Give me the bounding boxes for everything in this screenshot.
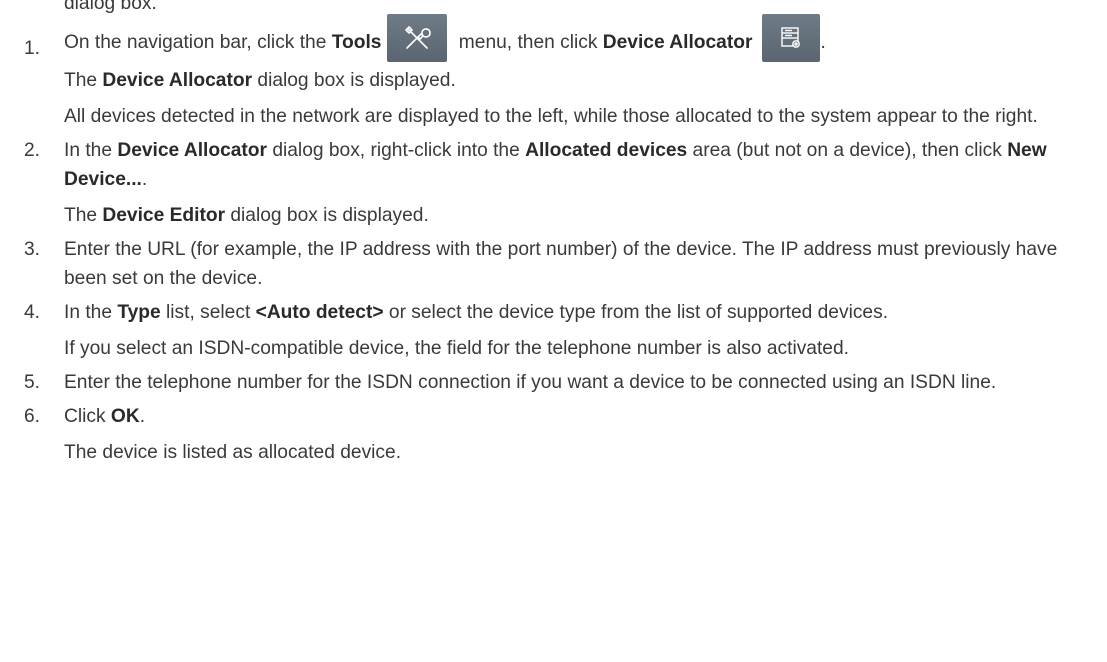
step-1-result: The Device Allocator dialog box is displ… — [64, 70, 456, 91]
tools-menu-label: Tools — [331, 32, 382, 53]
tools-icon — [387, 14, 448, 62]
step-4-action: In the Type list, select <Auto detect> o… — [64, 302, 889, 323]
device-allocator-menu-label: Device Allocator — [602, 32, 753, 53]
step-1-action: On the navigation bar, click the Tools m… — [64, 14, 1099, 68]
step-number: 5. — [23, 372, 40, 393]
step-5: 5. Enter the telephone number for the IS… — [0, 368, 1107, 397]
step-4-note: If you select an ISDN-compatible device,… — [64, 338, 849, 359]
step-6-action: Click OK. — [64, 406, 146, 427]
step-number: 6. — [23, 406, 40, 427]
step-1: 1. On the navigation bar, click the Tool… — [0, 14, 1107, 131]
step-6: 6. Click OK. The device is listed as all… — [0, 402, 1107, 467]
step-4: 4. In the Type list, select <Auto detect… — [0, 298, 1107, 363]
step-number: 4. — [23, 302, 40, 323]
step-5-text: Enter the telephone number for the ISDN … — [64, 372, 997, 393]
step-number: 1. — [23, 38, 40, 59]
document-page: dialog box. 1. On the navigation bar, cl… — [0, 0, 1107, 662]
step-3-text: Enter the URL (for example, the IP addre… — [64, 239, 1058, 289]
step-6-result: The device is listed as allocated device… — [64, 442, 402, 463]
step-2: 2. In the Device Allocator dialog box, r… — [0, 136, 1107, 230]
step-number: 3. — [23, 239, 40, 260]
step-number: 2. — [23, 140, 40, 161]
step-2-action: In the Device Allocator dialog box, righ… — [64, 140, 1047, 190]
procedure-steps: 1. On the navigation bar, click the Tool… — [0, 14, 1107, 467]
step-1-note: All devices detected in the network are … — [64, 106, 1038, 127]
device-allocator-icon — [762, 14, 821, 62]
step-2-result: The Device Editor dialog box is displaye… — [64, 205, 429, 226]
step-3: 3. Enter the URL (for example, the IP ad… — [0, 235, 1107, 293]
